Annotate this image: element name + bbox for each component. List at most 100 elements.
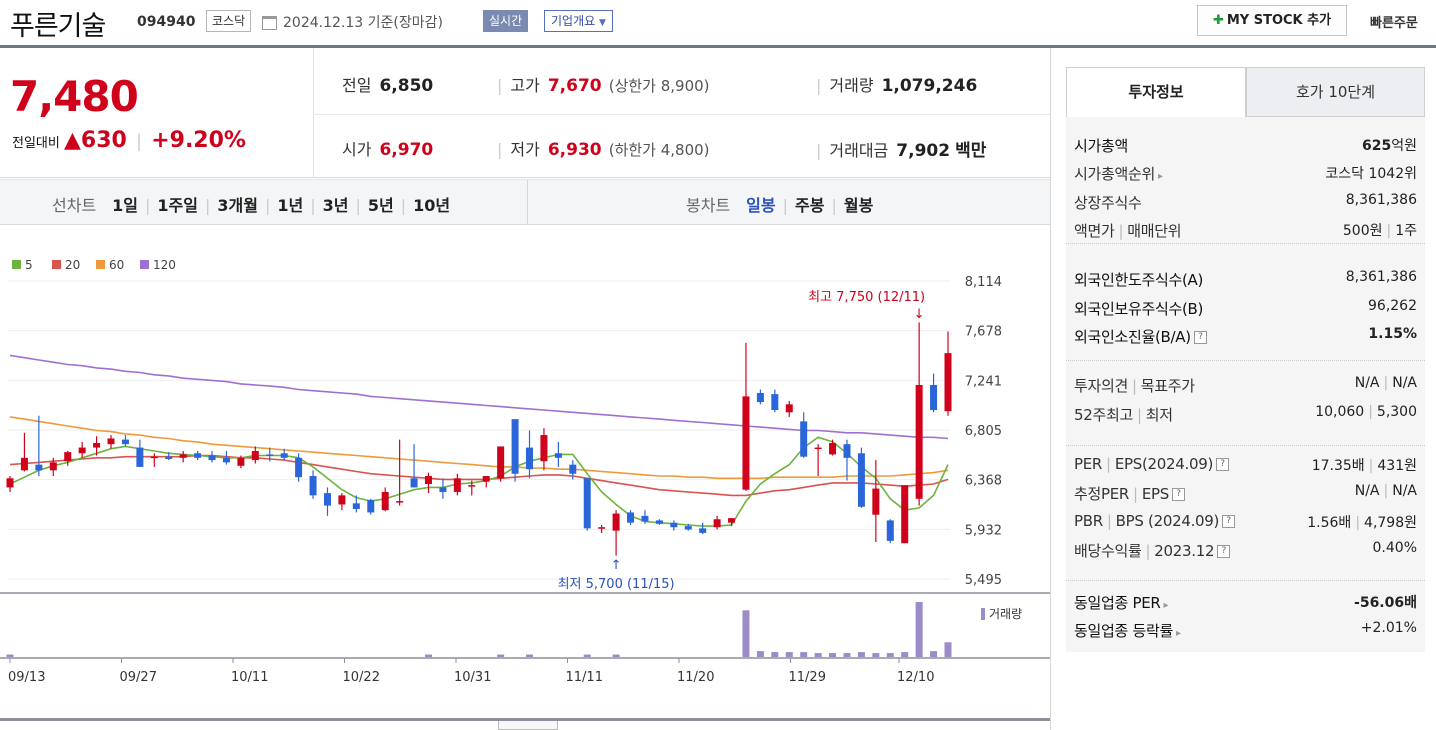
line-period-5[interactable]: 5년: [368, 196, 394, 215]
help-icon[interactable]: ?: [1193, 331, 1207, 344]
candle-body: [771, 394, 779, 411]
candle-body: [309, 476, 317, 496]
candle-body: [511, 419, 519, 474]
row-market-cap: 시가총액 625억원: [1074, 135, 1417, 159]
candle-body: [915, 384, 923, 499]
section-market-cap: 시가총액 625억원 시가총액순위 ▸ 코스닥 1042위 상장주식수 8,361…: [1066, 117, 1425, 244]
high-annotation: 최고 7,750 (12/11): [808, 290, 925, 305]
volume-bar: [915, 602, 923, 657]
line-chart-periods: 선차트 1일 | 1주일 | 3개월 | 1년 | 3년 | 5년 | 10년: [52, 192, 450, 216]
candle-body: [396, 501, 404, 503]
help-icon[interactable]: ?: [1171, 488, 1185, 501]
arrow-right-icon: ▸: [1175, 628, 1181, 639]
x-tick-label: 12/10: [897, 670, 934, 685]
candle-period-1[interactable]: 주봉: [795, 196, 824, 215]
par-label-wrap: 액면가 | 매매단위: [1074, 220, 1182, 241]
row-est-per: 추정PER | EPS? N/A | N/A: [1074, 483, 1417, 507]
foreign-ratio-value: 1.15%: [1368, 326, 1417, 342]
prev-close: 전일 6,850: [342, 72, 433, 96]
candle-body: [857, 453, 865, 507]
help-icon[interactable]: ?: [1217, 545, 1231, 558]
realtime-button[interactable]: 실시간: [483, 10, 529, 32]
sector-chg-label: 동일업종 등락률: [1074, 622, 1173, 640]
volume-bar: [886, 653, 894, 657]
line-period-6[interactable]: 10년: [413, 196, 450, 215]
row-foreign-hold: 외국인보유주식수(B) 96,262: [1074, 298, 1417, 322]
candle-body: [35, 464, 43, 471]
market-cap-label: 시가총액: [1074, 137, 1129, 155]
help-icon[interactable]: ?: [1222, 515, 1236, 528]
sector-chg-value: +2.01%: [1360, 620, 1417, 636]
candle-body: [497, 446, 505, 479]
per-value-wrap: 17.35배 | 431원: [1312, 455, 1417, 475]
sector-per-value: -56.06배: [1354, 595, 1417, 611]
target-label: 목표주가: [1140, 377, 1195, 395]
row-sector-change[interactable]: 동일업종 등락률 ▸ +2.01%: [1074, 620, 1417, 644]
candle-body: [785, 404, 793, 413]
candle-body: [482, 476, 490, 482]
change-label: 전일대비: [12, 136, 60, 151]
line-period-1[interactable]: 1주일: [157, 196, 198, 215]
company-overview-dropdown[interactable]: 기업개요 ▼: [544, 10, 613, 32]
per-label: PER: [1074, 455, 1103, 473]
lower-limit: (하한가 4,800): [608, 141, 710, 159]
volume-bar: [930, 651, 938, 657]
candle-period-0[interactable]: 일봉: [746, 196, 775, 215]
candle-body: [194, 453, 202, 458]
candlestick-chart[interactable]: 8,114 7,678 7,241 6,805 6,368 5,932 5,495 5 20 60…: [0, 226, 1050, 696]
volume-bar: [800, 652, 808, 657]
candle-period-2[interactable]: 월봉: [844, 196, 873, 215]
per-label-wrap: PER | EPS(2024.09)?: [1074, 455, 1229, 473]
volume-legend-swatch: [981, 608, 985, 620]
per-value: 17.35배: [1311, 458, 1365, 474]
x-tick-label: 09/13: [8, 670, 45, 685]
line-period-0[interactable]: 1일: [112, 196, 138, 215]
foreign-limit-label: 외국인한도주식수(A): [1074, 271, 1204, 289]
separator: |: [1118, 222, 1124, 240]
est-per-label: 추정PER: [1074, 485, 1130, 503]
open-label: 시가: [342, 140, 372, 159]
opinion-value-wrap: N/A | N/A: [1355, 375, 1417, 391]
candle-body: [930, 384, 938, 411]
bps-label: BPS (2024.09): [1115, 512, 1220, 530]
sector-per-value-wrap: -56.06배: [1354, 592, 1417, 612]
candle-body: [800, 421, 808, 457]
candle-body: [598, 527, 606, 529]
add-mystock-button[interactable]: ✚ MY STOCK 추가: [1197, 5, 1347, 36]
y-tick-label: 8,114: [965, 275, 1002, 290]
par-value: 500원: [1342, 223, 1383, 239]
ma-legend-swatch: [12, 260, 21, 269]
separator: |: [264, 196, 271, 215]
line-period-list: 1일 | 1주일 | 3개월 | 1년 | 3년 | 5년 | 10년: [112, 196, 450, 215]
low-arrow-icon: ↑: [611, 558, 622, 573]
chart-expand-handle[interactable]: [498, 721, 558, 730]
w52-high-value: 10,060: [1315, 404, 1365, 420]
volume-bar: [756, 651, 764, 657]
w52-label-wrap: 52주최고 | 최저: [1074, 404, 1173, 425]
separator: |: [497, 76, 503, 95]
section-valuation: PER | EPS(2024.09)? 17.35배 | 431원 추정PER | EPS?…: [1066, 446, 1425, 581]
volume-label: 거래량: [829, 76, 874, 95]
candle-body: [237, 457, 245, 466]
row-sector-per[interactable]: 동일업종 PER ▸ -56.06배: [1074, 592, 1417, 616]
candle-body: [6, 478, 14, 488]
ma-legend-swatch: [52, 260, 61, 269]
volume-bar: [785, 652, 793, 657]
market-badge: 코스닥: [206, 10, 252, 32]
candle-body: [295, 457, 303, 478]
row-rank[interactable]: 시가총액순위 ▸ 코스닥 1042위: [1074, 163, 1417, 187]
rank-label-wrap: 시가총액순위 ▸: [1074, 163, 1163, 184]
volume-bar: [872, 653, 880, 657]
candle-body: [107, 438, 115, 445]
tab-orderbook[interactable]: 호가 10단계: [1246, 67, 1425, 117]
tab-invest-info[interactable]: 투자정보: [1066, 67, 1246, 117]
line-period-3[interactable]: 1년: [277, 196, 303, 215]
line-period-4[interactable]: 3년: [323, 196, 349, 215]
line-period-2[interactable]: 3개월: [217, 196, 258, 215]
volume-bar: [526, 654, 534, 657]
amount-value: 7,902: [896, 141, 951, 161]
candle-body: [266, 454, 274, 456]
row-opinion: 투자의견 | 목표주가 N/A | N/A: [1074, 375, 1417, 399]
help-icon[interactable]: ?: [1216, 458, 1229, 471]
quick-order-link[interactable]: 빠른주문: [1370, 12, 1418, 31]
